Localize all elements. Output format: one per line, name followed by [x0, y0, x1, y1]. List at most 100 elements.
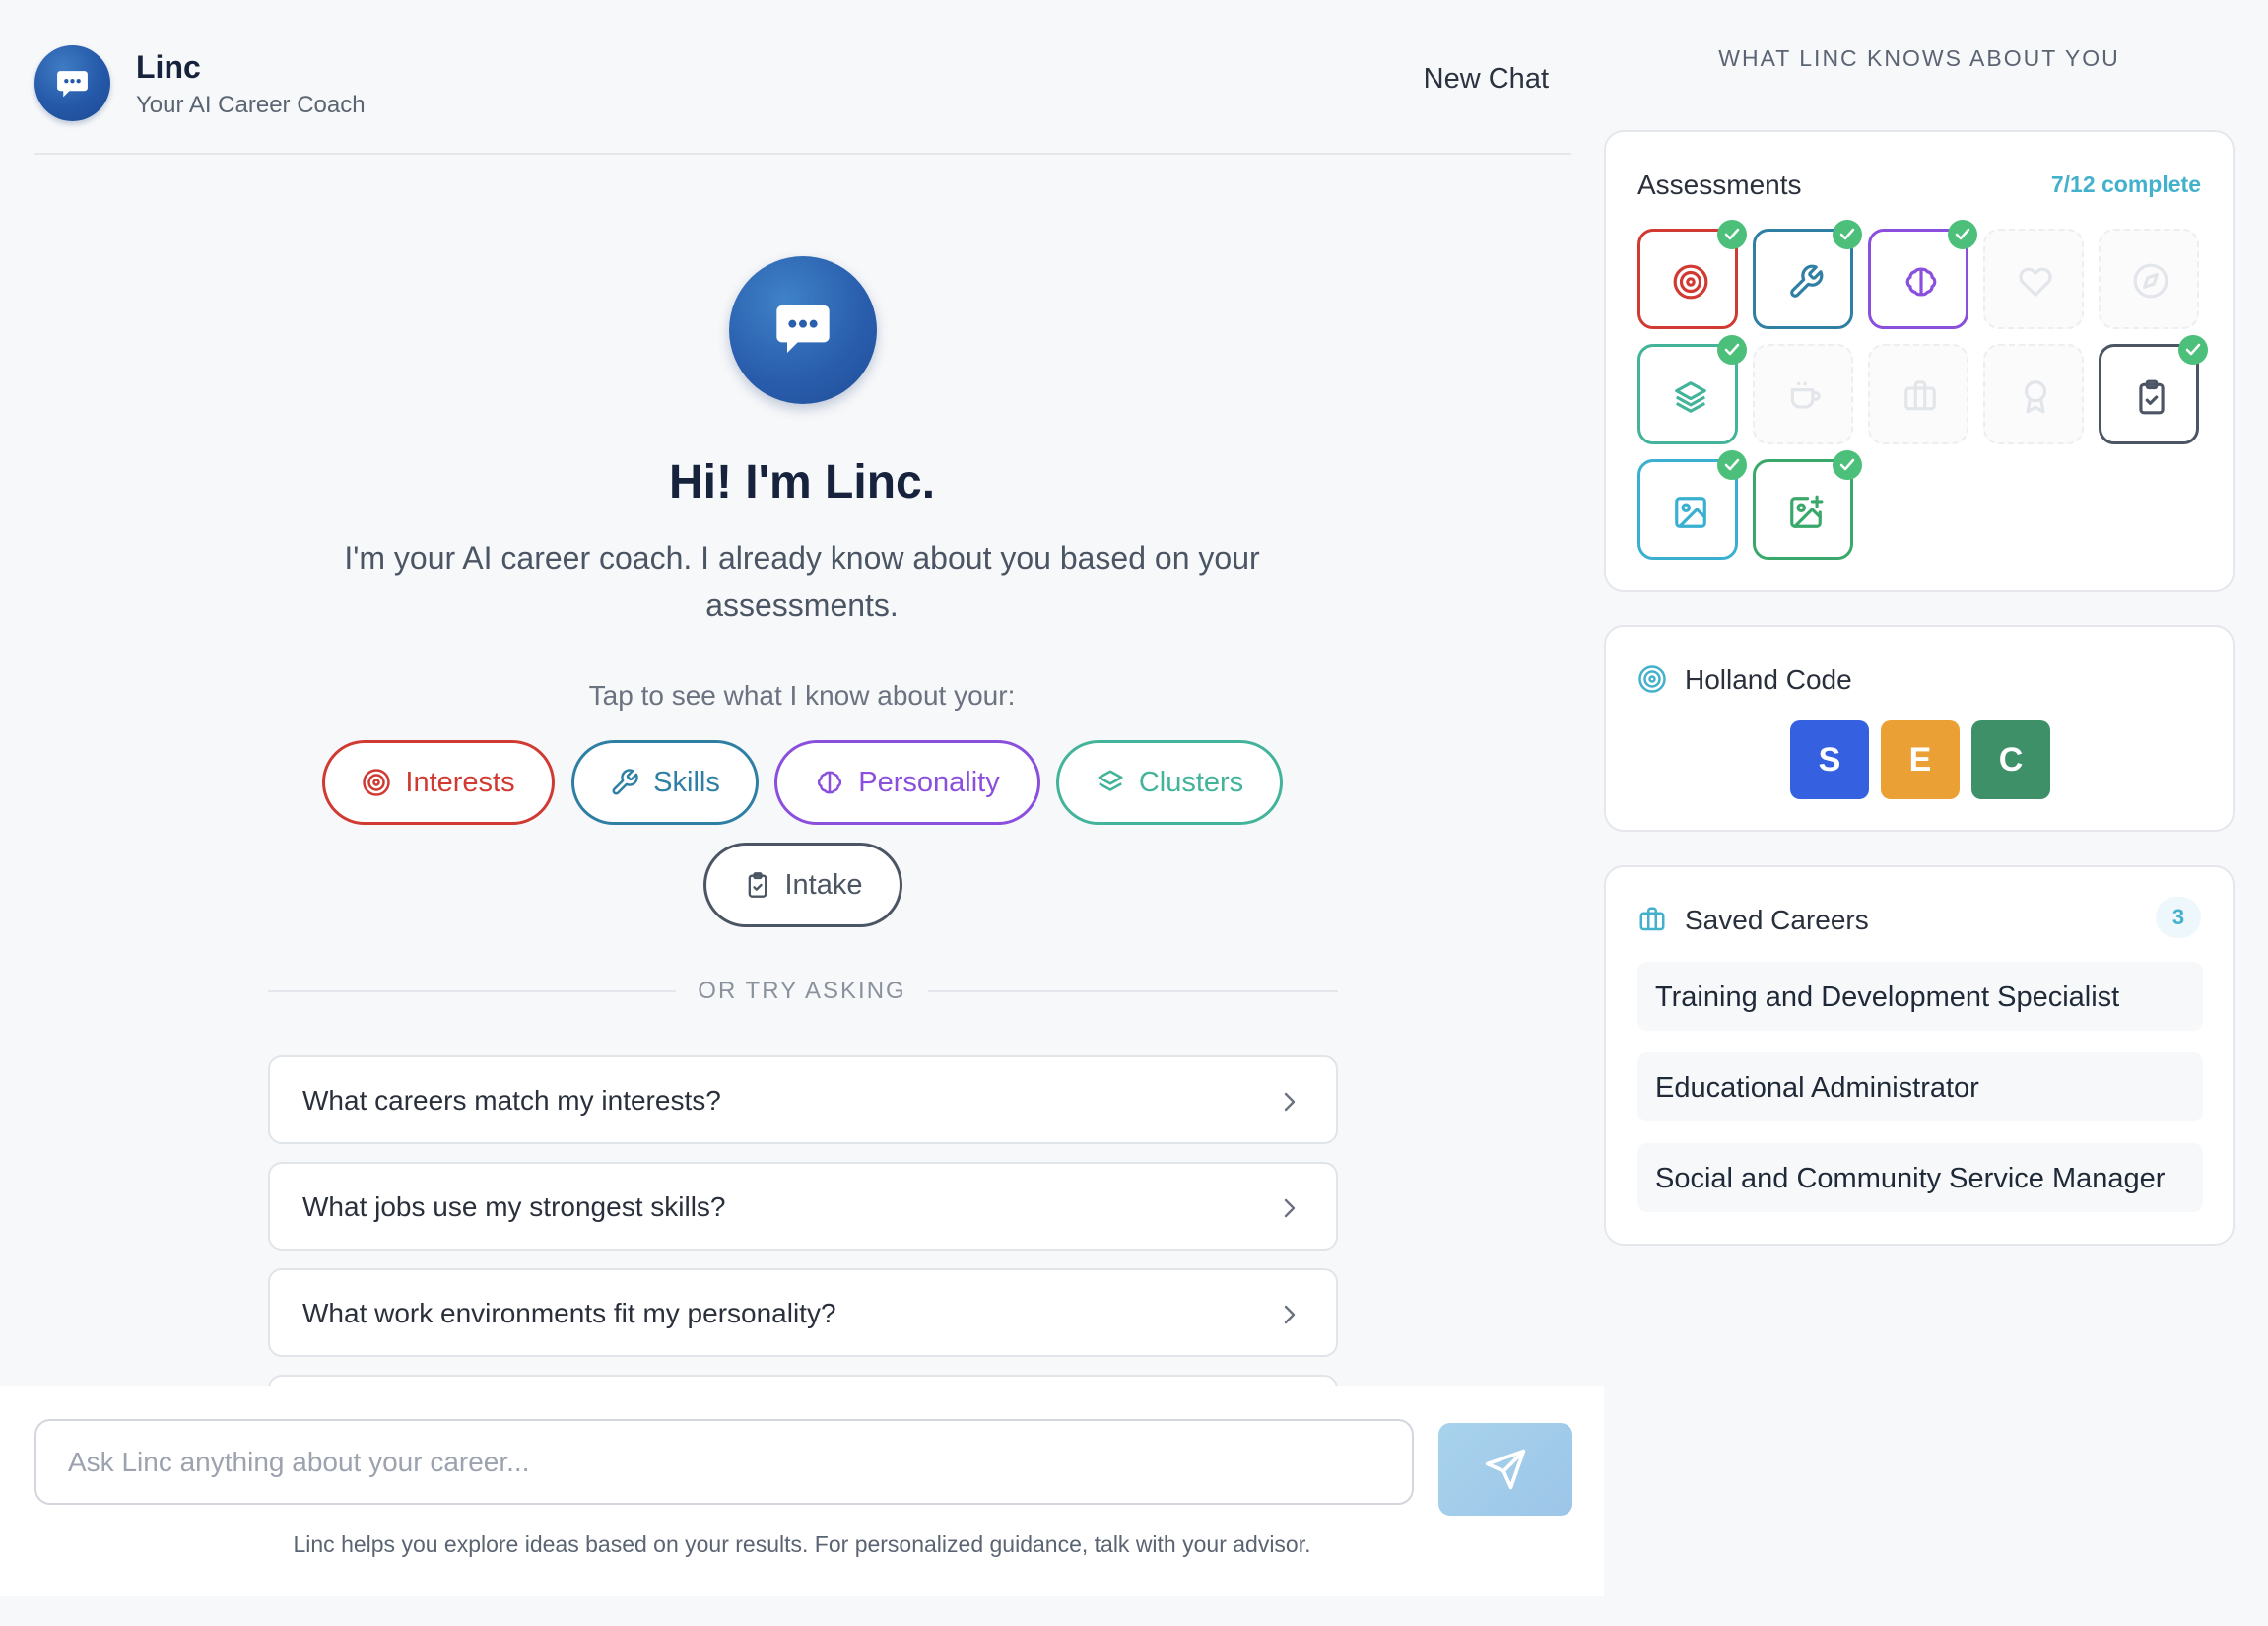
- briefcase-icon: [1904, 380, 1936, 411]
- check-badge: [1717, 335, 1747, 365]
- new-chat-button[interactable]: New Chat: [1424, 63, 1549, 96]
- award-icon: [2024, 380, 2047, 414]
- chat-bubble-icon: [57, 71, 88, 98]
- saved-careers-title: Saved Careers: [1685, 905, 1869, 935]
- check-icon: [1724, 458, 1740, 471]
- heart-icon: [2019, 267, 2052, 297]
- chevron-right-icon: [1284, 1198, 1296, 1218]
- assessment-tile-explore[interactable]: [2099, 229, 2199, 329]
- layers-icon: [1098, 770, 1123, 791]
- divider-left: [268, 990, 676, 992]
- career-name: Educational Administrator: [1655, 1072, 1979, 1104]
- chat-input-area: Linc helps you explore ideas based on yo…: [0, 1386, 1604, 1596]
- clusters-pill[interactable]: Clusters: [1056, 740, 1283, 825]
- suggestion-text: What work environments fit my personalit…: [302, 1298, 836, 1328]
- assessment-tile-image-plus[interactable]: [1753, 450, 1862, 560]
- assessment-tile-interests[interactable]: [1637, 220, 1747, 329]
- pill-label: Clusters: [1138, 766, 1244, 798]
- target-icon: [1638, 665, 1666, 693]
- linc-avatar: [729, 256, 877, 404]
- assessment-tile-achievements[interactable]: [1983, 344, 2084, 444]
- check-badge: [1717, 220, 1747, 249]
- chat-input[interactable]: [34, 1419, 1414, 1505]
- interests-pill[interactable]: Interests: [322, 740, 555, 825]
- assessment-tile-work[interactable]: [1868, 344, 1968, 444]
- briefcase-icon: [1639, 907, 1665, 931]
- app-title: Linc: [136, 49, 201, 85]
- holland-letter-e: E: [1881, 720, 1960, 799]
- assessments-progress: 7/12 complete: [2050, 171, 2201, 197]
- check-icon: [1724, 343, 1740, 356]
- suggestion-text: What careers match my interests?: [302, 1085, 721, 1116]
- holland-letter-c: C: [1971, 720, 2050, 799]
- layers-icon: [1675, 381, 1706, 413]
- check-badge: [1833, 450, 1862, 480]
- assessment-tile-image[interactable]: [1637, 450, 1747, 560]
- send-icon: [1485, 1449, 1526, 1490]
- check-badge: [2178, 335, 2208, 365]
- check-icon: [1839, 458, 1855, 471]
- chat-panel: Linc Your AI Career Coach New Chat Hi! I…: [0, 0, 1604, 1626]
- pill-label: Skills: [653, 766, 720, 798]
- chat-bubble-icon: [776, 305, 830, 353]
- target-icon: [1673, 264, 1708, 300]
- suggestion-card[interactable]: What jobs use my strongest skills?: [268, 1162, 1338, 1251]
- personality-pill[interactable]: Personality: [774, 740, 1040, 825]
- chat-header: Linc Your AI Career Coach New Chat: [34, 0, 1571, 155]
- saved-career-item[interactable]: Social and Community Service Manager: [1637, 1143, 2203, 1212]
- coffee-icon: [1790, 381, 1821, 409]
- assessment-tile-skills[interactable]: [1753, 220, 1862, 329]
- brain-icon: [1905, 267, 1937, 297]
- assessments-card: Assessments 7/12 complete: [1604, 130, 2235, 592]
- wrench-icon: [1790, 264, 1824, 298]
- chevron-right-icon: [1284, 1305, 1296, 1324]
- assessment-tile-work-style[interactable]: [1753, 344, 1853, 444]
- greeting-text: I'm your AI career coach. I already know…: [344, 540, 1260, 623]
- check-badge: [1833, 220, 1862, 249]
- disclaimer-text: Linc helps you explore ideas based on yo…: [293, 1531, 1311, 1557]
- send-button[interactable]: [1438, 1423, 1572, 1516]
- assessment-tile-clusters[interactable]: [1637, 335, 1747, 444]
- holland-letter-s: S: [1790, 720, 1869, 799]
- holland-code-title: Holland Code: [1685, 664, 1852, 695]
- intake-pill[interactable]: Intake: [703, 843, 902, 927]
- clipboard-check-icon: [2139, 379, 2165, 415]
- holland-code-card: Holland Code S E C: [1604, 625, 2235, 832]
- wrench-icon: [612, 769, 638, 795]
- check-badge: [1948, 220, 1977, 249]
- brain-icon: [818, 771, 842, 794]
- target-icon: [363, 769, 391, 796]
- pill-label: Personality: [858, 766, 1000, 798]
- career-name: Training and Development Specialist: [1655, 982, 2120, 1013]
- image-icon: [1675, 497, 1706, 528]
- pill-label: Interests: [405, 766, 515, 798]
- skills-pill[interactable]: Skills: [571, 740, 759, 825]
- saved-career-item[interactable]: Training and Development Specialist: [1637, 962, 2203, 1031]
- assessment-tile-values[interactable]: [1983, 229, 2084, 329]
- suggestion-card[interactable]: What careers match my interests?: [268, 1055, 1338, 1144]
- suggestion-card[interactable]: What work environments fit my personalit…: [268, 1268, 1338, 1357]
- chevron-right-icon: [1284, 1092, 1296, 1112]
- divider-right: [928, 990, 1338, 992]
- suggestion-text: What jobs use my strongest skills?: [302, 1191, 726, 1222]
- check-badge: [1717, 450, 1747, 480]
- or-try-asking-label: OR TRY ASKING: [698, 978, 906, 1004]
- check-icon: [2185, 343, 2201, 356]
- clipboard-check-icon: [748, 872, 767, 898]
- assessments-title: Assessments: [1637, 169, 1802, 200]
- image-plus-icon: [1790, 495, 1824, 528]
- greeting-title: Hi! I'm Linc.: [668, 456, 936, 508]
- saved-career-item[interactable]: Educational Administrator: [1637, 1052, 2203, 1121]
- check-icon: [1839, 228, 1855, 240]
- saved-careers-card: Saved Careers 3 Training and Development…: [1604, 865, 2235, 1246]
- assessment-tile-personality[interactable]: [1868, 220, 1977, 329]
- app-subtitle: Your AI Career Coach: [136, 92, 366, 118]
- saved-careers-count: 3: [2156, 897, 2201, 938]
- assessment-tile-intake[interactable]: [2099, 335, 2208, 444]
- linc-logo: [34, 45, 110, 121]
- career-name: Social and Community Service Manager: [1655, 1163, 2166, 1194]
- sidebar-heading: WHAT LINC KNOWS ABOUT YOU: [1718, 45, 2120, 71]
- check-icon: [1724, 228, 1740, 240]
- compass-icon: [2133, 263, 2168, 299]
- pill-label: Intake: [784, 868, 863, 901]
